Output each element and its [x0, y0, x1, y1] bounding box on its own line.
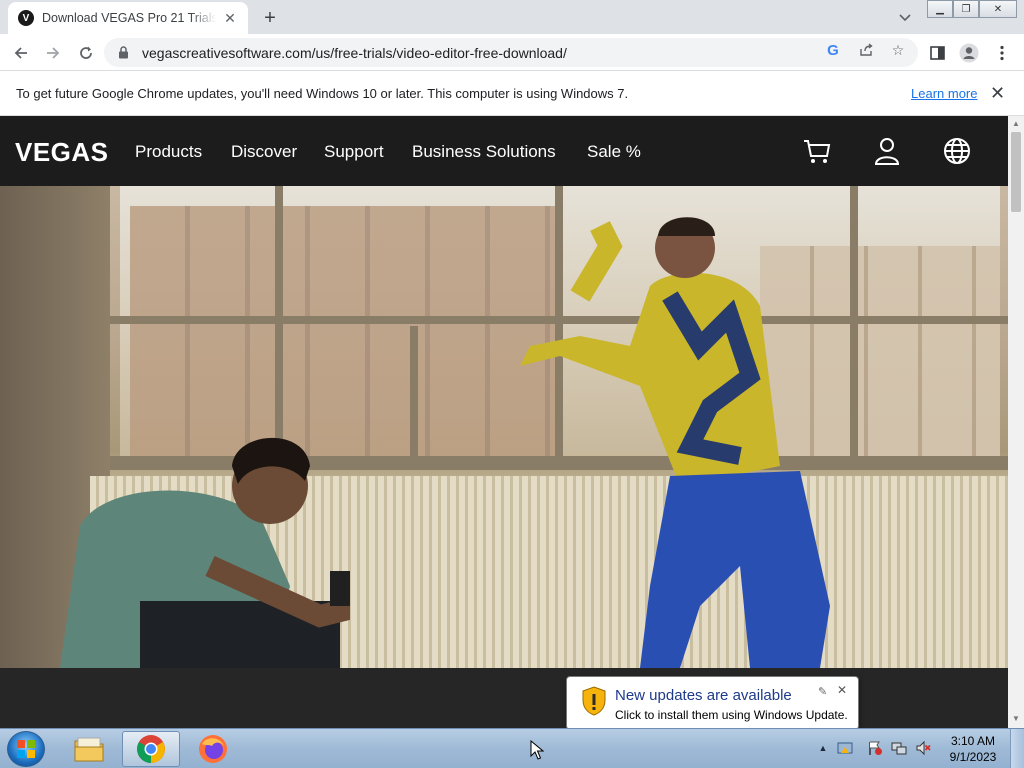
profile-avatar-icon[interactable] — [956, 40, 982, 66]
site-header: VEGAS Products Discover Support Business… — [0, 116, 1008, 186]
web-page: VEGAS Products Discover Support Business… — [0, 116, 1008, 728]
scrollbar-thumb[interactable] — [1011, 132, 1021, 212]
show-desktop-button[interactable] — [1010, 729, 1024, 768]
back-arrow-icon[interactable] — [8, 40, 34, 66]
user-account-icon[interactable] — [872, 136, 902, 166]
close-window-button[interactable]: ✕ — [979, 0, 1017, 18]
clock-time: 3:10 AM — [950, 734, 996, 748]
hero-image — [0, 186, 1008, 668]
tab-close-icon[interactable]: ✕ — [222, 10, 238, 26]
volume-muted-icon[interactable] — [914, 739, 932, 757]
tab-title: Download VEGAS Pro 21 Trials for — [42, 11, 216, 25]
scroll-down-arrow-icon[interactable]: ▼ — [1012, 714, 1020, 723]
windows-update-notification[interactable]: New updates are available Click to insta… — [566, 676, 859, 741]
google-lens-icon[interactable]: G — [824, 41, 842, 59]
mouse-cursor-icon — [530, 740, 544, 760]
url-text: vegascreativesoftware.com/us/free-trials… — [142, 44, 567, 61]
windows-update-tray-icon[interactable] — [836, 739, 854, 757]
browser-tab[interactable]: V Download VEGAS Pro 21 Trials for ✕ — [8, 2, 248, 34]
seated-person-illustration — [60, 437, 350, 668]
nav-sale[interactable]: Sale % — [587, 142, 641, 162]
notification-close-icon[interactable]: ✕ — [837, 683, 847, 697]
tab-search-chevron-icon[interactable] — [895, 8, 915, 28]
vegas-logo[interactable]: VEGAS — [15, 137, 109, 168]
taskbar-file-explorer[interactable] — [60, 731, 118, 767]
network-icon[interactable] — [890, 739, 908, 757]
vegas-favicon-icon: V — [18, 10, 34, 26]
learn-more-link[interactable]: Learn more — [911, 86, 977, 101]
browser-toolbar: vegascreativesoftware.com/us/free-trials… — [0, 34, 1024, 71]
chrome-icon — [137, 735, 165, 763]
chrome-update-infobar: To get future Google Chrome updates, you… — [0, 71, 1024, 116]
notification-body: Click to install them using Windows Upda… — [615, 708, 848, 722]
lock-icon[interactable] — [118, 46, 132, 60]
page-scrollbar[interactable]: ▲ ▼ — [1008, 116, 1024, 728]
side-panel-icon[interactable] — [924, 40, 950, 66]
notification-title: New updates are available — [615, 687, 792, 704]
start-button[interactable] — [7, 731, 45, 767]
minimize-window-button[interactable]: ▁ — [927, 0, 953, 18]
share-icon[interactable] — [857, 41, 875, 59]
infobar-message: To get future Google Chrome updates, you… — [16, 86, 629, 101]
restore-window-button[interactable]: ❐ — [953, 0, 979, 18]
nav-support[interactable]: Support — [324, 142, 384, 162]
tab-strip: V Download VEGAS Pro 21 Trials for ✕ + ▁… — [0, 0, 1024, 34]
firefox-icon — [199, 735, 227, 763]
action-center-flag-icon[interactable] — [866, 739, 884, 757]
scroll-up-arrow-icon[interactable]: ▲ — [1012, 119, 1020, 128]
kebab-menu-icon[interactable] — [989, 40, 1015, 66]
nav-products[interactable]: Products — [135, 142, 202, 162]
globe-language-icon[interactable] — [942, 136, 972, 166]
reload-icon[interactable] — [73, 40, 99, 66]
folder-icon — [74, 737, 104, 762]
infobar-close-icon[interactable]: ✕ — [990, 83, 1005, 104]
clock-date: 9/1/2023 — [949, 750, 997, 764]
show-hidden-icons-icon[interactable]: ▲ — [814, 739, 832, 757]
warning-shield-icon — [582, 686, 606, 716]
new-tab-button[interactable]: + — [258, 6, 282, 30]
bookmark-star-icon[interactable]: ☆ — [889, 41, 907, 59]
nav-business-solutions[interactable]: Business Solutions — [412, 142, 556, 162]
dancing-person-illustration — [520, 217, 830, 668]
nav-discover[interactable]: Discover — [231, 142, 297, 162]
notification-options-icon[interactable]: ✎ — [818, 685, 827, 698]
taskbar-clock[interactable]: 3:10 AM 9/1/2023 — [942, 733, 1004, 765]
taskbar-chrome[interactable] — [122, 731, 180, 767]
forward-arrow-icon[interactable] — [40, 40, 66, 66]
address-bar[interactable]: vegascreativesoftware.com/us/free-trials… — [104, 38, 918, 67]
windows-logo-icon — [17, 740, 35, 758]
windows-taskbar: ▲ 3:10 AM 9/1/2023 — [0, 728, 1024, 768]
taskbar-firefox[interactable] — [184, 731, 242, 767]
cart-icon[interactable] — [802, 136, 832, 166]
